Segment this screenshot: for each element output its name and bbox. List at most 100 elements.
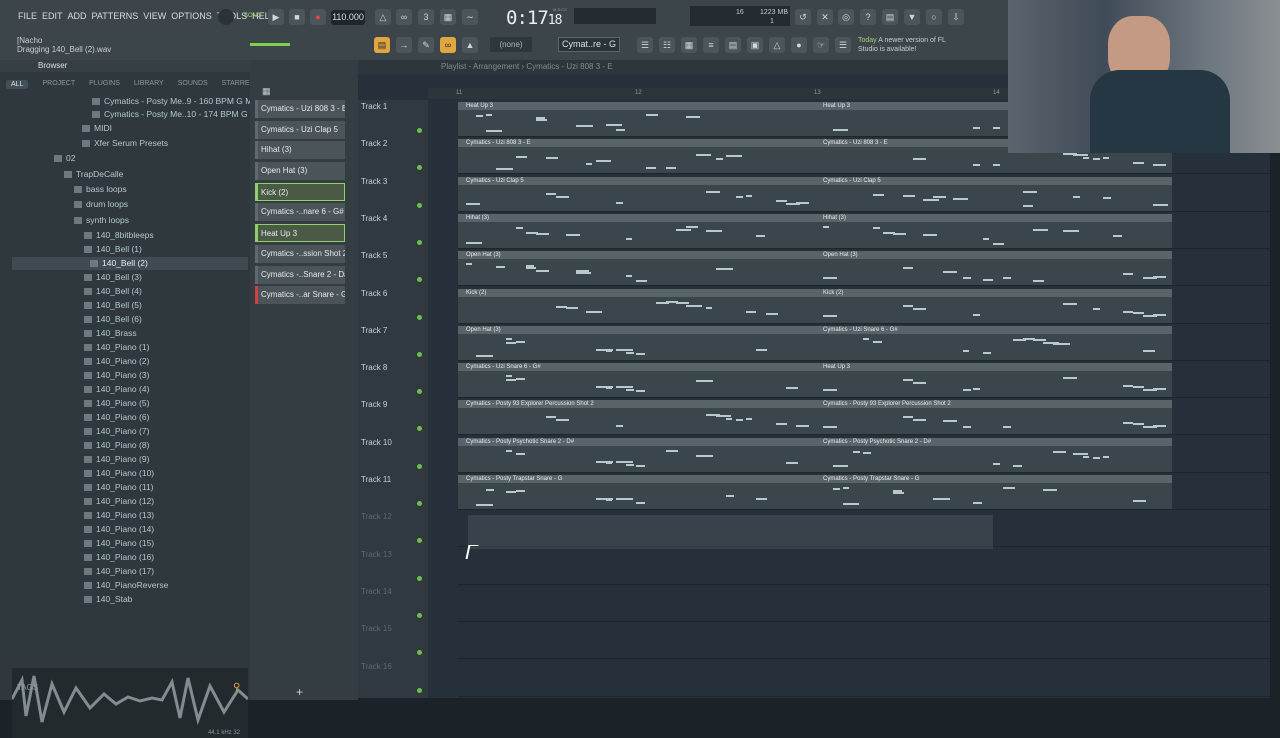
track-mute-led[interactable] (417, 128, 422, 133)
tree-item-piano-4[interactable]: 140_Piano (4) (84, 383, 149, 396)
tree-item-piano-16[interactable]: 140_Piano (16) (84, 551, 154, 564)
tree-item-bell-5[interactable]: 140_Bell (5) (84, 299, 142, 312)
track-mute-led[interactable] (417, 463, 422, 469)
tree-item-piano-2[interactable]: 140_Piano (2) (84, 355, 149, 368)
pattern-clip[interactable]: Heat Up 3 (458, 102, 815, 136)
track-lane[interactable] (458, 585, 1270, 622)
track-mute-led[interactable] (417, 538, 422, 544)
master-volume-slider[interactable] (250, 43, 290, 46)
tree-item-8bitbleeps[interactable]: 140_8bitbleeps (84, 229, 154, 242)
tree-item-stab[interactable]: 140_Stab (84, 593, 132, 606)
track-name[interactable]: Track 11 (361, 475, 391, 484)
arrow-right-icon[interactable]: → (396, 37, 412, 53)
track-mute-led[interactable] (417, 202, 422, 208)
search-icon[interactable]: ⚲ (233, 682, 240, 693)
channel-rack-icon[interactable]: ▦ (681, 37, 697, 53)
pattern-clip[interactable]: Open Hat (3) (458, 325, 815, 360)
track-name[interactable]: Track 2 (361, 139, 387, 148)
track-mute-led[interactable] (417, 650, 422, 656)
menu-patterns[interactable]: PATTERNS (92, 11, 139, 21)
chat-icon[interactable]: ○ (926, 9, 942, 25)
track-name[interactable]: Track 8 (361, 363, 387, 372)
stamp-icon[interactable]: ▲ (462, 37, 478, 53)
track-name[interactable]: Track 13 (361, 550, 392, 559)
tree-item-piano-13[interactable]: 140_Piano (13) (84, 509, 154, 522)
track-mute-led[interactable] (417, 165, 422, 171)
pattern-select[interactable]: Cymat..re - G (558, 37, 620, 52)
tree-item-posty-9[interactable]: Cymatics - Posty Me..9 - 160 BPM G Min (92, 95, 259, 108)
menu-view[interactable]: VIEW (143, 11, 166, 21)
tab-plugins[interactable]: PLUGINS (89, 80, 120, 89)
tree-item-piano-reverse[interactable]: 140_PianoReverse (84, 579, 168, 592)
track-mute-led[interactable] (417, 687, 422, 693)
pattern-clip[interactable]: Cymatics - Uzi Snare 6 - G# (815, 325, 1172, 360)
countdown-icon[interactable]: 3 (418, 9, 434, 25)
tab-all[interactable]: ALL (6, 80, 29, 89)
tab-sounds[interactable]: SOUNDS (178, 80, 208, 89)
track-lane[interactable]: Cymatics - Uzi Clap 5 Cymatics - Uzi Clap… (458, 175, 1270, 212)
plugin-icon[interactable]: ▣ (747, 37, 763, 53)
cut-icon[interactable]: ✕ (817, 9, 833, 25)
touch-icon[interactable]: ☞ (813, 37, 829, 53)
track-mute-led[interactable] (417, 351, 422, 357)
tuner-icon[interactable]: △ (769, 37, 785, 53)
tab-project[interactable]: PROJECT (42, 80, 75, 89)
track-mute-led[interactable] (417, 389, 422, 395)
tree-item-synth-loops[interactable]: synth loops (74, 214, 129, 227)
channel-kick[interactable]: Kick (2) (255, 182, 345, 201)
step-edit-icon[interactable]: ▦ (440, 9, 456, 25)
download-icon[interactable]: ⇩ (948, 9, 964, 25)
record-button[interactable]: ● (310, 9, 326, 25)
channel-percussion-shot[interactable]: Cymatics -..ssion Shot 2 (255, 244, 345, 263)
pattern-clip[interactable]: Heat Up 3 (815, 363, 1172, 398)
pattern-clip[interactable]: Hihat (3) (458, 213, 815, 248)
menu-edit[interactable]: EDIT (42, 11, 63, 21)
track-lanes[interactable]: Heat Up 3 Heat Up 3 Cymatics - Uzi 808 3 -… (458, 100, 1270, 698)
track-name[interactable]: Track 9 (361, 400, 387, 409)
channel-open-hat[interactable]: Open Hat (3) (255, 162, 345, 181)
track-lane[interactable]: Hihat (3) Hihat (3) (458, 212, 1270, 249)
tree-item-piano-7[interactable]: 140_Piano (7) (84, 425, 149, 438)
track-lane[interactable] (458, 622, 1270, 660)
tree-item-bell-1[interactable]: 140_Bell (1) (84, 243, 142, 256)
tree-item-bell-6[interactable]: 140_Bell (6) (84, 313, 142, 326)
tempo-display[interactable]: 110.000 (331, 10, 365, 25)
menu-file[interactable]: FILE (18, 11, 37, 21)
track-name[interactable]: Track 14 (361, 587, 392, 596)
news-panel[interactable]: Today A newer version of FL Studio is av… (858, 36, 952, 54)
track-name[interactable]: Track 6 (361, 289, 387, 298)
tree-item-02[interactable]: 02 (54, 152, 75, 165)
tree-item-piano-9[interactable]: 140_Piano (9) (84, 453, 149, 466)
tree-item-trapdecalle[interactable]: TrapDeCalle (64, 168, 123, 181)
tree-item-piano-6[interactable]: 140_Piano (6) (84, 411, 149, 424)
tree-item-drum-loops[interactable]: drum loops (74, 198, 128, 211)
tree-item-midi[interactable]: MIDI (82, 122, 112, 135)
sample-preview-waveform[interactable]: 44.1 kHz 32 (10, 668, 250, 738)
pattern-clip[interactable]: Cymatics - Uzi Clap 5 (458, 176, 815, 211)
channel-rack-grid-icon[interactable]: ▦ (262, 86, 271, 97)
pattern-song-knob[interactable] (218, 9, 234, 25)
tree-item-piano-12[interactable]: 140_Piano (12) (84, 495, 154, 508)
help-icon[interactable]: ? (860, 9, 876, 25)
track-name[interactable]: Track 5 (361, 251, 387, 260)
list-icon[interactable]: ☰ (835, 37, 851, 53)
tree-item-piano-3[interactable]: 140_Piano (3) (84, 369, 149, 382)
tree-item-bell-4[interactable]: 140_Bell (4) (84, 285, 142, 298)
tree-item-piano-5[interactable]: 140_Piano (5) (84, 397, 149, 410)
wait-input-icon[interactable]: ∞ (396, 9, 412, 25)
pattern-clip[interactable]: Cymatics - Uzi Snare 6 - G# (458, 363, 815, 398)
track-name[interactable]: Track 3 (361, 177, 387, 186)
track-lane[interactable]: Cymatics - Posty 93 Explorer Percussion … (458, 398, 1270, 436)
track-mute-led[interactable] (417, 239, 422, 245)
mixer-icon[interactable]: ☰ (637, 37, 653, 53)
track-lane[interactable]: Open Hat (3) Open Hat (3) (458, 249, 1270, 287)
track-mute-led[interactable] (417, 314, 422, 320)
play-button[interactable]: ▶ (268, 9, 284, 25)
export-icon[interactable]: ▼ (904, 9, 920, 25)
pattern-clip[interactable]: Cymatics - Posty Trapstar Snare - G (458, 475, 815, 509)
link-icon[interactable]: ∞ (440, 37, 456, 53)
track-lane[interactable]: Open Hat (3) Cymatics - Uzi Snare 6 - G# (458, 324, 1270, 361)
pattern-clip[interactable]: Cymatics - Posty 93 Explorer Percussion … (815, 400, 1172, 435)
pattern-clip[interactable]: Cymatics - Posty Psychotic Snare 2 - D# (458, 437, 815, 472)
tree-item-piano-17[interactable]: 140_Piano (17) (84, 565, 154, 578)
